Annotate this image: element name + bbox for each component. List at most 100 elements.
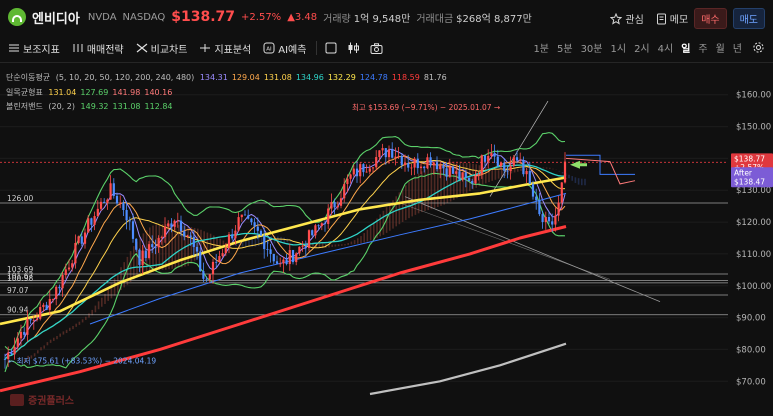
candle-body: [32, 320, 35, 321]
candle-body: [397, 155, 400, 157]
candle-body: [205, 278, 208, 280]
candle-body: [391, 149, 394, 158]
screenshot-button[interactable]: [370, 42, 383, 54]
candle-body: [93, 216, 96, 225]
candle-body: [16, 338, 19, 347]
candle-body: [266, 249, 269, 250]
indicator-legend: 단순이동평균 (5, 10, 20, 50, 120, 200, 240, 48…: [6, 71, 451, 115]
buy-button[interactable]: 매수: [694, 8, 727, 29]
timeframe-1m[interactable]: 1분: [533, 40, 549, 55]
indicators-label: 보조지표: [23, 44, 60, 56]
candle-body: [375, 157, 378, 168]
candle-body: [563, 161, 567, 183]
candle-body: [240, 214, 243, 218]
y-tick-label: $70.00: [736, 377, 766, 387]
candle-body: [176, 220, 179, 222]
candle-body: [35, 318, 39, 321]
legend-moving-average[interactable]: 단순이동평균 (5, 10, 20, 50, 120, 200, 240, 48…: [6, 71, 451, 86]
candle-body: [269, 249, 272, 254]
candle-body: [544, 217, 547, 223]
change-amount: ▲3.48: [287, 11, 318, 23]
compare-button[interactable]: 비교차트: [136, 41, 187, 56]
bollinger-label: 볼린저밴드: [6, 102, 43, 111]
candle-body: [96, 208, 99, 217]
memo-icon: [656, 13, 666, 24]
ma-value-7: 118.59: [391, 73, 420, 82]
strategy-button[interactable]: 매매전략: [72, 41, 124, 56]
ichimoku-cloud: [24, 161, 586, 363]
candle-body: [432, 162, 435, 166]
legend-bollinger[interactable]: 볼린저밴드 (20, 2) 149.32 131.08 112.84: [6, 100, 451, 115]
candle-body: [387, 149, 391, 158]
candle-body: [451, 166, 455, 174]
candle-body: [557, 202, 560, 216]
timeframe-2h[interactable]: 2시: [634, 40, 650, 55]
candle-body: [119, 202, 122, 204]
watermark-icon: [10, 394, 24, 406]
settings-button[interactable]: [752, 41, 765, 54]
timeframe-30m[interactable]: 30분: [581, 40, 603, 55]
candle-body: [231, 234, 234, 239]
ma-value-4: 134.96: [295, 73, 324, 82]
indicators-icon: [9, 44, 19, 52]
indicators-button[interactable]: 보조지표: [8, 41, 60, 56]
analysis-button[interactable]: 지표분석: [199, 41, 251, 56]
strategy-icon: [73, 44, 83, 52]
y-tick-label: $130.00: [736, 186, 771, 196]
candle-body: [109, 183, 112, 200]
timeframe-year[interactable]: 년: [733, 40, 742, 55]
candle-body: [55, 286, 58, 299]
sell-button[interactable]: 매도: [732, 8, 765, 29]
timeframe-1h[interactable]: 1시: [611, 40, 627, 55]
candle-type-button[interactable]: [347, 42, 360, 54]
timeframe-month[interactable]: 월: [716, 40, 725, 55]
timeframe-day[interactable]: 일: [681, 40, 690, 55]
y-tick-label: $150.00: [736, 123, 771, 133]
volume-label: 거래량: [323, 13, 351, 25]
timeframe-week[interactable]: 주: [698, 40, 707, 55]
candle-body: [259, 230, 263, 236]
candle-body: [51, 298, 55, 300]
candle-body: [435, 162, 439, 170]
candle-body: [115, 195, 119, 204]
candle-body: [170, 223, 173, 227]
candle-body: [551, 221, 554, 225]
candle-body: [141, 250, 144, 265]
ai-forecast-button[interactable]: AI AI예측: [263, 41, 306, 56]
candle-body: [541, 214, 544, 223]
candle-body: [323, 223, 327, 225]
candle-body: [371, 167, 375, 169]
chart-overlay: 최고 $153.69 (−9.71%) − 2025.01.07 →← 최저 $…: [8, 102, 773, 407]
candle-body: [135, 238, 138, 250]
candle-body: [368, 168, 371, 172]
legend-ichimoku[interactable]: 일목균형표 131.04 127.69 141.98 140.16: [6, 86, 451, 101]
candle-body: [99, 201, 103, 209]
price-chart[interactable]: 126.00 103.69 101.67 100.98 97.07 90.94 $160.…: [0, 63, 773, 416]
stock-logo-icon: [8, 8, 26, 26]
timeframe-5m[interactable]: 5분: [557, 40, 573, 55]
level-label: 100.98: [7, 274, 33, 283]
level-label: 126.00: [7, 194, 33, 203]
watchlist-button[interactable]: 관심: [610, 11, 644, 26]
candle-body: [275, 261, 279, 264]
price-chart-canvas[interactable]: 126.00103.69101.67100.9897.0790.94 $160.…: [0, 63, 773, 416]
candle-body: [525, 170, 528, 175]
candle-body: [547, 217, 551, 222]
candle-body: [464, 172, 467, 178]
candle-body: [349, 174, 352, 179]
chart-style-button[interactable]: [325, 42, 337, 54]
memo-button[interactable]: 메모: [656, 11, 688, 26]
current-price: $138.77: [171, 9, 236, 25]
timeframe-4h[interactable]: 4시: [658, 40, 674, 55]
y-tick-label: $160.00: [736, 91, 771, 101]
candle-body: [211, 261, 215, 275]
candle-body: [330, 202, 333, 209]
ma480-line: [369, 342, 567, 396]
ichimoku-value-3: 141.98: [112, 87, 141, 97]
candle-body: [90, 218, 93, 225]
candle-body: [288, 250, 291, 265]
candle-body: [339, 198, 343, 206]
ichimoku-value-4: 140.16: [144, 87, 173, 97]
candle-body: [147, 244, 151, 258]
price-axis: $160.00$150.00$140.00$130.00$120.00$110.…: [736, 91, 771, 388]
